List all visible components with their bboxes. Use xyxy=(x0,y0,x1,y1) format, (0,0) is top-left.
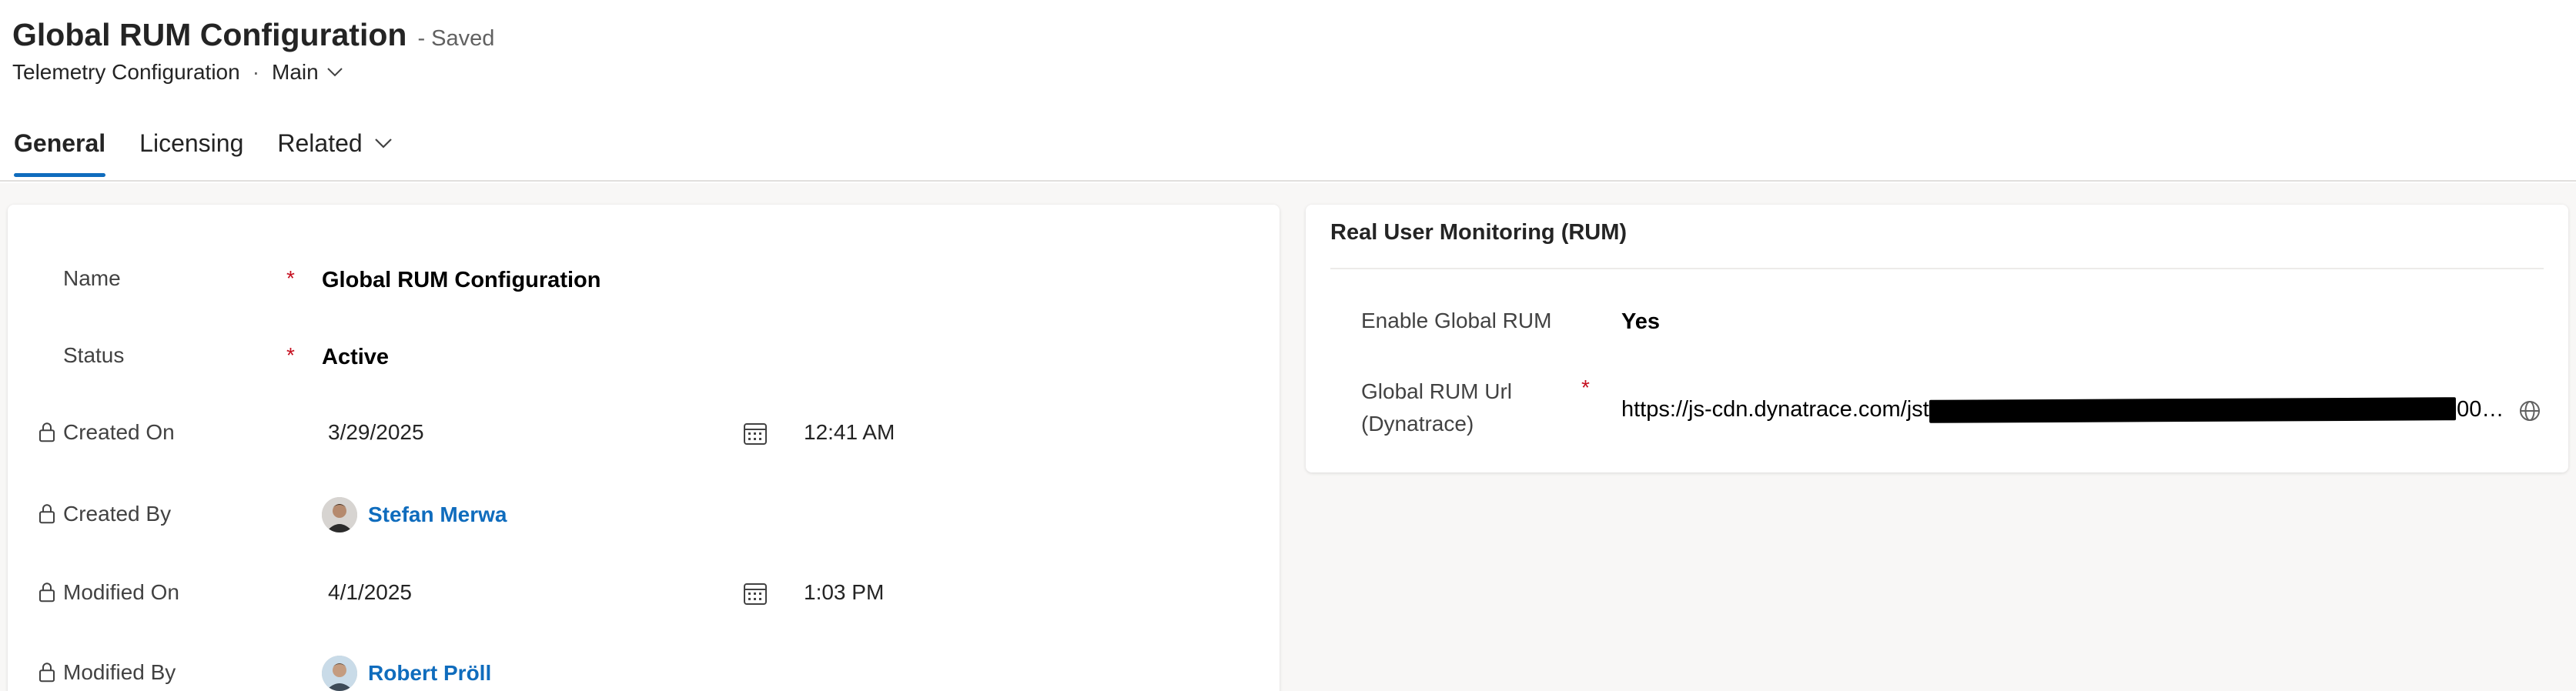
created-on-label: Created On xyxy=(63,420,175,444)
title-row: Global RUM Configuration - Saved xyxy=(12,17,494,53)
save-status: - Saved xyxy=(417,26,495,51)
required-indicator: * xyxy=(286,343,295,367)
entity-name: Telemetry Configuration xyxy=(12,60,240,84)
calendar-icon xyxy=(744,583,767,605)
redaction-bar xyxy=(1929,397,2457,423)
lock-icon xyxy=(39,583,55,603)
tab-general-label: General xyxy=(14,129,106,157)
tab-licensing[interactable]: Licensing xyxy=(138,120,245,162)
created-by-user: Stefan Merwa xyxy=(368,502,507,526)
lock-icon xyxy=(39,504,55,524)
form-selector[interactable]: Main xyxy=(272,60,343,85)
form-body: Name * Global RUM Configuration Status *… xyxy=(0,183,2576,691)
tab-licensing-label: Licensing xyxy=(139,129,244,157)
rum-url-label-line1: Global RUM Url xyxy=(1361,379,1513,403)
calendar-icon xyxy=(744,423,767,445)
avatar xyxy=(322,656,357,691)
entity-breadcrumb: Telemetry Configuration · Main xyxy=(12,60,343,85)
name-input[interactable]: Global RUM Configuration xyxy=(322,268,601,293)
lock-icon xyxy=(39,663,55,683)
section-divider xyxy=(1330,268,2544,269)
form-name: Main xyxy=(272,60,319,84)
created-by-link[interactable]: Stefan Merwa xyxy=(322,497,507,532)
created-by-label: Created By xyxy=(63,502,172,526)
status-label: Status xyxy=(63,343,125,367)
modified-on-date: 4/1/2025 xyxy=(328,580,412,604)
general-section: Name * Global RUM Configuration Status *… xyxy=(8,205,1280,691)
rum-section: Real User Monitoring (RUM) Enable Global… xyxy=(1306,205,2568,472)
enable-rum-label: Enable Global RUM xyxy=(1361,309,1552,332)
created-on-date: 3/29/2025 xyxy=(328,420,424,444)
chevron-down-icon xyxy=(327,68,343,77)
page-title: Global RUM Configuration xyxy=(12,17,407,52)
modified-by-user: Robert Pröll xyxy=(368,661,492,685)
form-header: Global RUM Configuration - Saved Telemet… xyxy=(0,0,2576,182)
required-indicator: * xyxy=(1581,376,1590,399)
status-select[interactable]: Active xyxy=(322,345,389,370)
tab-related[interactable]: Related xyxy=(276,120,394,162)
avatar xyxy=(322,497,357,532)
name-label: Name xyxy=(63,266,121,290)
lock-icon xyxy=(39,422,55,442)
tab-related-label: Related xyxy=(277,129,363,157)
tab-general[interactable]: General xyxy=(12,120,107,177)
breadcrumb-separator: · xyxy=(252,60,260,84)
section-title: Real User Monitoring (RUM) xyxy=(1330,220,1628,245)
modified-by-label: Modified By xyxy=(63,660,176,684)
enable-rum-toggle[interactable]: Yes xyxy=(1621,309,1660,335)
required-indicator: * xyxy=(286,266,295,290)
modified-by-link[interactable]: Robert Pröll xyxy=(322,656,491,691)
chevron-down-icon xyxy=(374,139,392,149)
modified-on-label: Modified On xyxy=(63,580,179,604)
created-on-time: 12:41 AM xyxy=(804,420,895,444)
rum-url-input[interactable]: https://js-cdn.dynatrace.com/jstag/00000… xyxy=(1621,394,2507,428)
rum-url-label-line2: (Dynatrace) xyxy=(1361,412,1474,436)
rum-url-label: Global RUM Url (Dynatrace) xyxy=(1361,376,1512,440)
globe-icon[interactable] xyxy=(2517,399,2542,423)
modified-on-time: 1:03 PM xyxy=(804,580,885,604)
tab-list: General Licensing Related xyxy=(12,120,426,182)
